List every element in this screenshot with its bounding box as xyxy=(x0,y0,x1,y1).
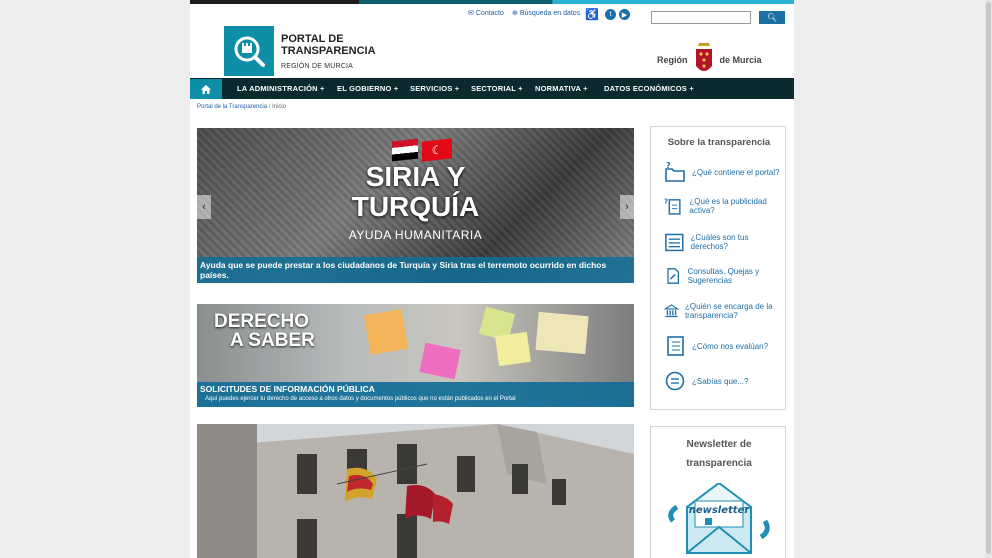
envelope-icon: ✉ xyxy=(468,10,474,17)
banner1-heading-line2: TURQUÍA xyxy=(351,191,480,222)
breadcrumb-current: Inicio xyxy=(272,104,287,110)
document-edit-icon xyxy=(667,268,680,284)
sidebar-item-que-contiene[interactable]: ? ¿Qué contiene el portal? xyxy=(664,161,782,183)
sidebar-item-label: ¿Cuáles son tus derechos? xyxy=(690,233,749,251)
accessibility-icon[interactable]: ♿ xyxy=(585,8,599,21)
banner2-caption-title: SOLICITUDES DE INFORMACIÓN PÚBLICA xyxy=(200,384,375,394)
nav-item-gobierno[interactable]: EL GOBIERNO + xyxy=(337,84,398,93)
banner1-heading-line1: SIRIA Y xyxy=(365,161,466,192)
sidebar-item-sabias-que[interactable]: ¿Sabías que...? xyxy=(664,370,782,392)
chat-bubble-icon xyxy=(665,371,685,391)
checklist-icon xyxy=(665,233,684,252)
nav-item-servicios[interactable]: SERVICIOS + xyxy=(410,84,459,93)
newsletter-envelope-icon: newsletter xyxy=(668,483,770,554)
newsletter-title-line1: Newsletter de xyxy=(686,439,752,450)
banner2-heading-line2: A SABER xyxy=(230,330,315,351)
nav-home-button[interactable] xyxy=(190,79,222,99)
page: ✉ Contacto ⊕ Búsqueda en datos ♿ t ▶ 🔍︎ … xyxy=(190,0,794,558)
svg-text:?: ? xyxy=(666,161,671,170)
sidebar-item-label: Consultas, Quejas y Sugerencias xyxy=(687,267,760,285)
folder-question-icon: ? xyxy=(665,161,685,182)
newsletter-panel[interactable]: Newsletter de transparencia newsletter xyxy=(650,426,786,558)
header: PORTAL DE TRANSPARENCIA REGIÓN DE MURCIA… xyxy=(190,26,794,78)
portal-title: PORTAL DE TRANSPARENCIA xyxy=(281,33,376,57)
youtube-icon[interactable]: ▶ xyxy=(619,9,630,20)
search-data-label: Búsqueda en datos xyxy=(519,9,581,17)
region-murcia-logo[interactable]: Región de Murcia xyxy=(657,42,762,78)
sidebar-item-como-nos-evaluan[interactable]: ¿Cómo nos evalúan? xyxy=(664,335,782,357)
search-icon: 🔍︎ xyxy=(766,13,778,22)
banner2-heading-line1: DERECHO xyxy=(214,311,310,332)
banner2-caption[interactable]: SOLICITUDES DE INFORMACIÓN PÚBLICA Aquí … xyxy=(197,382,634,407)
banner1-heading: SIRIA Y TURQUÍA xyxy=(197,162,634,222)
breadcrumb: Portal de la Transparencia / Inicio xyxy=(197,104,286,110)
banner2-caption-description: Aquí puedes ejercer tu derecho de acceso… xyxy=(205,396,516,402)
banner-siria-turquia[interactable]: ☾ SIRIA Y TURQUÍA AYUDA HUMANITARIA ‹ › … xyxy=(197,128,634,283)
building-photo xyxy=(197,424,634,558)
contact-link[interactable]: ✉ Contacto xyxy=(468,9,504,18)
banner2-heading: DERECHO A SABER xyxy=(214,312,315,350)
institution-icon xyxy=(664,304,679,318)
sticky-note xyxy=(495,331,531,367)
sidebar-item-consultas[interactable]: Consultas, Quejas y Sugerencias xyxy=(664,265,782,287)
scrollbar-thumb[interactable] xyxy=(986,2,991,554)
turkey-flag-icon: ☾ xyxy=(422,138,452,162)
twitter-icon[interactable]: t xyxy=(605,9,616,20)
syria-flag-icon xyxy=(392,138,418,162)
breadcrumb-separator: / xyxy=(268,104,271,110)
portal-logo[interactable] xyxy=(224,26,274,76)
page-scrollbar[interactable] xyxy=(985,0,992,558)
chevron-right-icon: › xyxy=(625,201,629,213)
main-nav: LA ADMINISTRACIÓN + EL GOBIERNO + SERVIC… xyxy=(190,78,794,99)
nav-item-datos-economicos[interactable]: DATOS ECONÓMICOS + xyxy=(604,84,694,93)
flags-graphic: ☾ xyxy=(392,138,452,162)
home-icon xyxy=(201,84,211,94)
sticky-note xyxy=(535,311,589,355)
sidebar-item-quien-se-encarga[interactable]: ¿Quién se encarga de la transparencia? xyxy=(664,300,782,322)
coat-of-arms-icon xyxy=(695,43,712,71)
sidebar-item-label: ¿Qué contiene el portal? xyxy=(692,167,780,177)
sidebar-item-label: ¿Cómo nos evalúan? xyxy=(692,341,769,351)
chevron-left-icon: ‹ xyxy=(202,201,206,213)
sidebar-item-label: ¿Qué es la publicidad activa? xyxy=(689,197,767,215)
breadcrumb-root-link[interactable]: Portal de la Transparencia xyxy=(197,104,267,110)
nav-item-normativa[interactable]: NORMATIVA + xyxy=(535,84,588,93)
banner-derecho-a-saber[interactable]: DERECHO A SABER SOLICITUDES DE INFORMACI… xyxy=(197,304,634,407)
search-data-link[interactable]: ⊕ Búsqueda en datos xyxy=(512,9,581,18)
utility-bar: ✉ Contacto ⊕ Búsqueda en datos ♿ t ▶ 🔍︎ xyxy=(190,4,794,26)
plus-circle-icon: ⊕ xyxy=(512,10,518,17)
sticky-note xyxy=(363,309,409,355)
document-question-icon: ? xyxy=(664,196,681,215)
contact-label: Contacto xyxy=(475,9,504,17)
banner-building-photo[interactable] xyxy=(197,424,634,558)
banner1-caption[interactable]: Ayuda que se puede prestar a los ciudada… xyxy=(197,257,634,283)
banner1-subheading: AYUDA HUMANITARIA xyxy=(348,228,483,242)
portal-subtitle: REGIÓN DE MURCIA xyxy=(281,63,354,70)
newsletter-title: Newsletter de transparencia xyxy=(651,435,787,473)
svg-text:?: ? xyxy=(664,196,668,205)
nav-item-administracion[interactable]: LA ADMINISTRACIÓN + xyxy=(237,84,325,93)
sidebar-item-derechos[interactable]: ¿Cuáles son tus derechos? xyxy=(664,231,782,253)
carousel-next-button[interactable]: › xyxy=(620,195,634,219)
sidebar-item-publicidad-activa[interactable]: ? ¿Qué es la publicidad activa? xyxy=(664,195,782,217)
sticky-note xyxy=(419,342,461,380)
notebook-icon xyxy=(667,336,684,356)
search-input[interactable] xyxy=(651,11,751,24)
nav-item-sectorial[interactable]: SECTORIAL + xyxy=(471,84,523,93)
magnifier-logo-icon xyxy=(234,36,265,67)
newsletter-title-line2: transparencia xyxy=(686,458,752,469)
region-label-right: de Murcia xyxy=(719,55,762,65)
region-label-left: Región xyxy=(657,55,688,65)
sobre-transparencia-panel: Sobre la transparencia ? ¿Qué contiene e… xyxy=(650,126,786,410)
search-button[interactable]: 🔍︎ xyxy=(759,11,785,24)
carousel-prev-button[interactable]: ‹ xyxy=(197,195,211,219)
newsletter-graphic-text: newsletter xyxy=(689,505,751,516)
sidebar-item-label: ¿Sabías que...? xyxy=(692,376,749,386)
sidebar-item-label: ¿Quién se encarga de la transparencia? xyxy=(684,302,773,320)
sidebar-title: Sobre la transparencia xyxy=(667,137,771,148)
